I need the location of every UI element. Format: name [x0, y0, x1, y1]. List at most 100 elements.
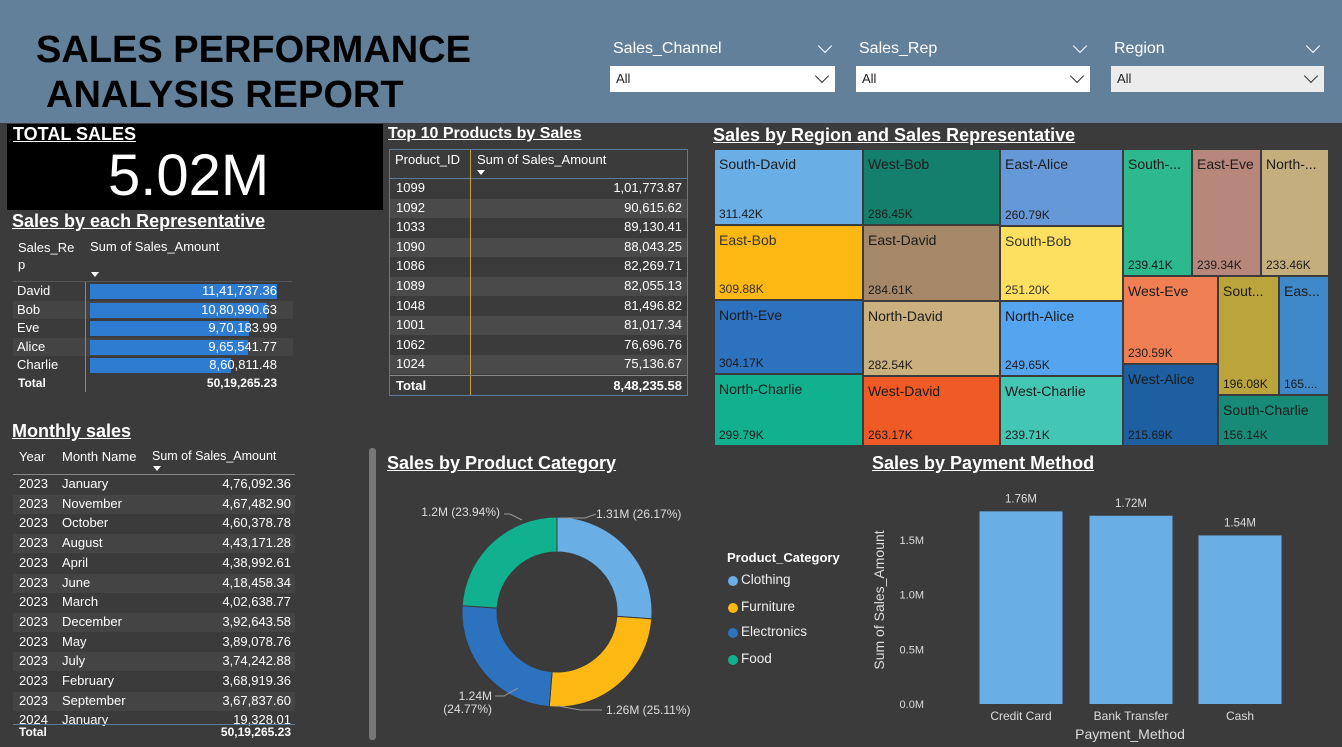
product-amount: 81,017.34: [624, 317, 682, 333]
tile-value: 233.46K: [1266, 258, 1311, 272]
legend-marker: [728, 603, 738, 613]
tile-value: 165....: [1284, 377, 1318, 391]
month-year: 2023: [19, 476, 48, 491]
y-tick-label: 0.5M: [900, 644, 924, 656]
month-amount: 3,92,643.58: [222, 613, 291, 629]
product-id: 1092: [396, 199, 425, 215]
treemap-tile[interactable]: North-Charlie 299.79K: [714, 374, 863, 446]
product-amount: 88,043.25: [624, 238, 682, 254]
tile-label: Eas...: [1284, 283, 1320, 299]
treemap-tile[interactable]: South-David 311.42K: [714, 149, 863, 225]
vertical-scrollbar[interactable]: [369, 448, 376, 740]
bar-cash[interactable]: [1198, 535, 1282, 704]
tile-value: 239.71K: [1005, 428, 1050, 442]
product-amount: 90,615.62: [624, 199, 682, 215]
legend-item-furniture[interactable]: Furniture: [741, 599, 795, 614]
treemap-tile[interactable]: West-Bob 286.45K: [863, 149, 1000, 225]
donut-slice-furniture[interactable]: [548, 615, 653, 708]
bar-credit-card[interactable]: [979, 511, 1063, 704]
treemap-tile[interactable]: West-Eve 230.59K: [1123, 276, 1218, 364]
product-amount: 82,269.71: [624, 258, 682, 274]
month-name: August: [62, 535, 103, 551]
donut-chart: 1.31M (26.17%) 1.26M (25.11%) 1.24M(24.77%…: [421, 505, 690, 717]
product-id: 1090: [396, 238, 425, 254]
donut-data-label-electronics: 1.24M: [459, 689, 492, 703]
chevron-down-icon: [814, 68, 830, 84]
slicer-region-dropdown[interactable]: All: [1111, 66, 1324, 92]
tile-label: South-David: [719, 156, 797, 172]
treemap-tile[interactable]: North-David 282.54K: [863, 301, 1000, 376]
treemap-tile[interactable]: Sout... 196.08K: [1218, 276, 1279, 395]
y-axis-label: Sum of Sales_Amount: [871, 530, 887, 669]
tile-label: East-Bob: [719, 232, 777, 248]
month-amount: 4,76,092.36: [222, 476, 291, 491]
tile-value: 260.79K: [1005, 208, 1050, 222]
product-id: 1033: [396, 219, 425, 235]
treemap-tile[interactable]: West-David 263.17K: [863, 376, 1000, 446]
tile-value: 239.41K: [1128, 258, 1173, 272]
treemap-tile[interactable]: South-... 239.41K: [1123, 149, 1192, 276]
x-tick-label: Cash: [1226, 709, 1254, 723]
treemap-tile[interactable]: East-Alice 260.79K: [1000, 149, 1123, 226]
chevron-down-icon: [1303, 68, 1319, 84]
treemap-tile[interactable]: South-Bob 251.20K: [1000, 226, 1123, 301]
divider: [390, 375, 687, 376]
donut-data-label-electronics-extra: (24.77%): [443, 702, 492, 716]
treemap-tile[interactable]: South-Charlie 156.14K: [1218, 395, 1329, 446]
products-col-header-2[interactable]: Sum of Sales_Amount: [477, 152, 606, 167]
slicer-sales-channel-dropdown[interactable]: All: [610, 66, 835, 92]
tile-value: 286.45K: [868, 207, 913, 221]
month-name: January: [62, 476, 109, 491]
treemap-tile[interactable]: North-Alice 249.65K: [1000, 301, 1123, 376]
treemap-tile[interactable]: East-David 284.61K: [863, 225, 1000, 301]
month-amount: 3,74,242.88: [222, 653, 291, 669]
products-col-header-1[interactable]: Product_ID: [395, 152, 460, 167]
treemap-tile[interactable]: West-Alice 215.69K: [1123, 364, 1218, 446]
tile-value: 196.08K: [1223, 377, 1268, 391]
tile-label: South-Bob: [1005, 233, 1072, 249]
y-tick-label: 1.0M: [900, 590, 924, 602]
month-year: 2023: [19, 653, 48, 669]
tile-value: 249.65K: [1005, 358, 1050, 372]
product-id: 1089: [396, 278, 425, 293]
tile-label: West-Alice: [1128, 371, 1195, 387]
month-name: December: [62, 613, 122, 629]
bar-data-label: 1.72M: [1115, 498, 1147, 510]
month-amount: 3,67,837.60: [222, 692, 291, 708]
treemap-tile[interactable]: East-Eve 239.34K: [1192, 149, 1261, 276]
treemap-tile[interactable]: North-... 233.46K: [1261, 149, 1329, 276]
legend-item-electronics[interactable]: Electronics: [741, 624, 807, 639]
tile-value: 230.59K: [1128, 346, 1173, 360]
month-year: 2023: [19, 554, 48, 570]
donut-slice-clothing[interactable]: [556, 516, 653, 620]
tile-label: Sout...: [1223, 283, 1264, 299]
month-name: November: [62, 495, 122, 511]
treemap-tile[interactable]: West-Charlie 239.71K: [1000, 376, 1123, 446]
product-amount: 81,496.82: [624, 297, 682, 313]
donut-slice-food[interactable]: [461, 516, 558, 609]
donut-data-label-food: 1.2M (23.94%): [421, 505, 500, 519]
product-id: 1099: [396, 180, 425, 195]
tile-value: 299.79K: [719, 428, 764, 442]
tile-label: South-...: [1128, 156, 1181, 172]
product-id: 1086: [396, 258, 425, 274]
month-amount: 3,89,078.76: [222, 633, 291, 649]
treemap-tile[interactable]: Eas... 165....: [1279, 276, 1329, 395]
sort-desc-icon[interactable]: [477, 170, 485, 175]
tile-value: 309.88K: [719, 282, 764, 296]
legend-item-food[interactable]: Food: [741, 651, 772, 666]
slicer-value: All: [862, 71, 877, 86]
bar-bank-transfer[interactable]: [1089, 515, 1173, 704]
leader-line: [504, 513, 523, 521]
tile-value: 239.34K: [1197, 258, 1242, 272]
tile-label: East-Alice: [1005, 156, 1069, 172]
treemap-tile[interactable]: East-Bob 309.88K: [714, 225, 863, 300]
legend-item-clothing[interactable]: Clothing: [741, 572, 791, 587]
treemap-tile[interactable]: North-Eve 304.17K: [714, 300, 863, 374]
month-amount: 3,68,919.36: [222, 673, 291, 688]
slicer-sales-rep-dropdown[interactable]: All: [856, 66, 1090, 92]
monthly-table-body: 2023 January 4,76,092.36 2023 November 4,67,4…: [0, 0, 360, 726]
tile-value: 156.14K: [1223, 428, 1268, 442]
slicer-value: All: [616, 71, 631, 86]
month-amount: 4,02,638.77: [222, 594, 291, 610]
